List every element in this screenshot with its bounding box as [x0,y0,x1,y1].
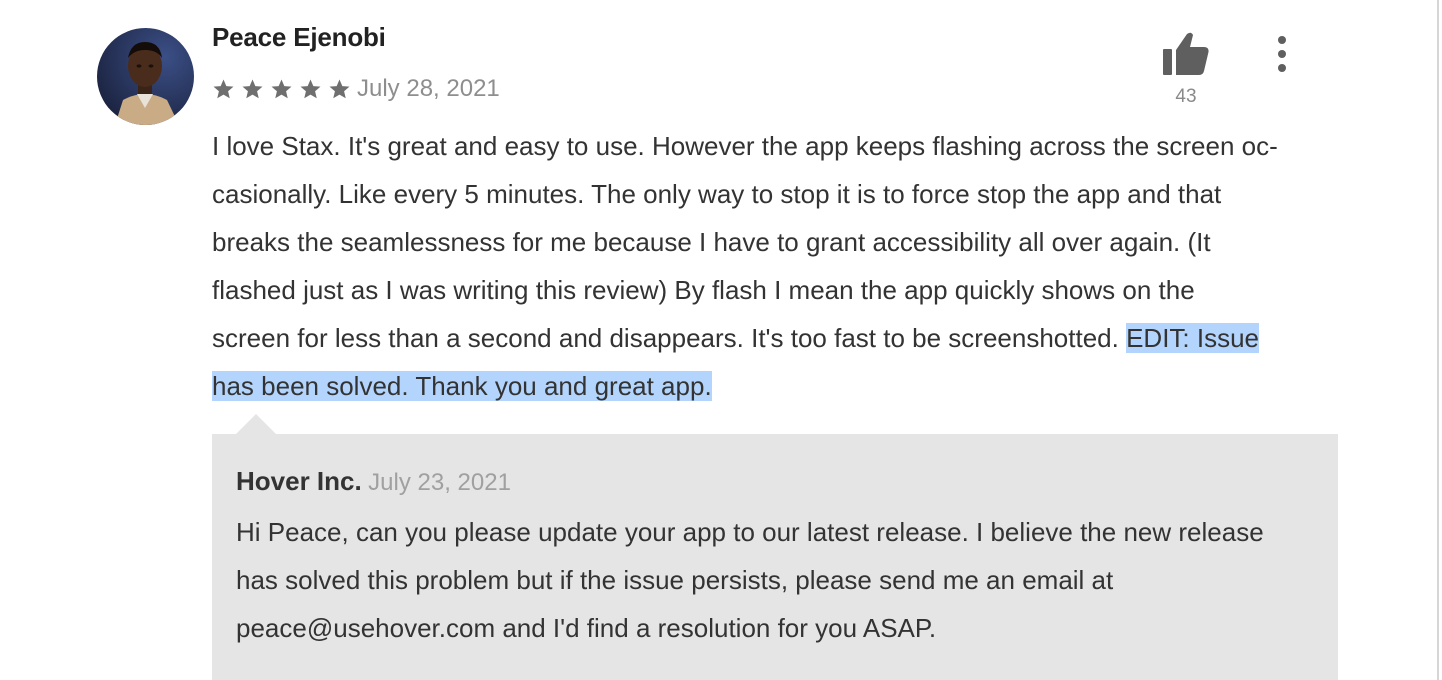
star-icon [299,78,322,100]
star-icon [270,78,293,100]
review-line: screen for less than a second and disapp… [212,314,1342,362]
page-edge-divider [1437,0,1439,680]
developer-name: Hover Inc. [236,466,362,496]
review-line: has been solved. Thank you and great app… [212,362,1342,410]
reply-caret [236,414,276,434]
helpful-button[interactable] [1160,30,1212,80]
reply-line: Hi Peace, can you please update your app… [236,517,1264,547]
star-icon [212,78,235,100]
review-line-spacer [1119,323,1126,353]
reply-date: July 23, 2021 [368,469,511,496]
review-line: flashed just as I was writing this revie… [212,275,1195,305]
reviewer-name: Peace Ejenobi [212,22,386,52]
review-line: breaks the seamlessness for me because I… [212,227,1211,257]
review-page: Peace Ejenobi July 28, 2021 43 I love St… [0,0,1442,680]
selected-text: EDIT: Issue [1126,323,1260,353]
star-icon [328,78,351,100]
more-vert-icon [1278,36,1286,72]
reply-line: peace@usehover.com and I'd find a resolu… [236,613,937,643]
developer-reply: Hover Inc. July 23, 2021 Hi Peace, can y… [212,434,1338,680]
review-line: casionally. Like every 5 minutes. The on… [212,179,1222,209]
more-options-button[interactable] [1266,34,1298,74]
thumbs-up-icon [1163,32,1209,75]
review-text: I love Stax. It's great and easy to use.… [212,122,1342,410]
avatar-photo [97,28,194,125]
reviewer-avatar[interactable] [97,28,194,125]
selected-text: has been solved. Thank you and great app… [212,371,712,401]
rating-row: July 28, 2021 [212,74,500,104]
reply-header: Hover Inc. July 23, 2021 [236,466,511,497]
review-line-text: screen for less than a second and disapp… [212,323,1119,353]
review-date: July 28, 2021 [357,75,500,102]
reply-line: has solved this problem but if the issue… [236,565,1114,595]
helpful-count: 43 [1175,86,1197,107]
star-rating [212,78,351,100]
review-line: I love Stax. It's great and easy to use.… [212,131,1278,161]
star-icon [241,78,264,100]
reply-text: Hi Peace, can you please update your app… [236,508,1326,652]
